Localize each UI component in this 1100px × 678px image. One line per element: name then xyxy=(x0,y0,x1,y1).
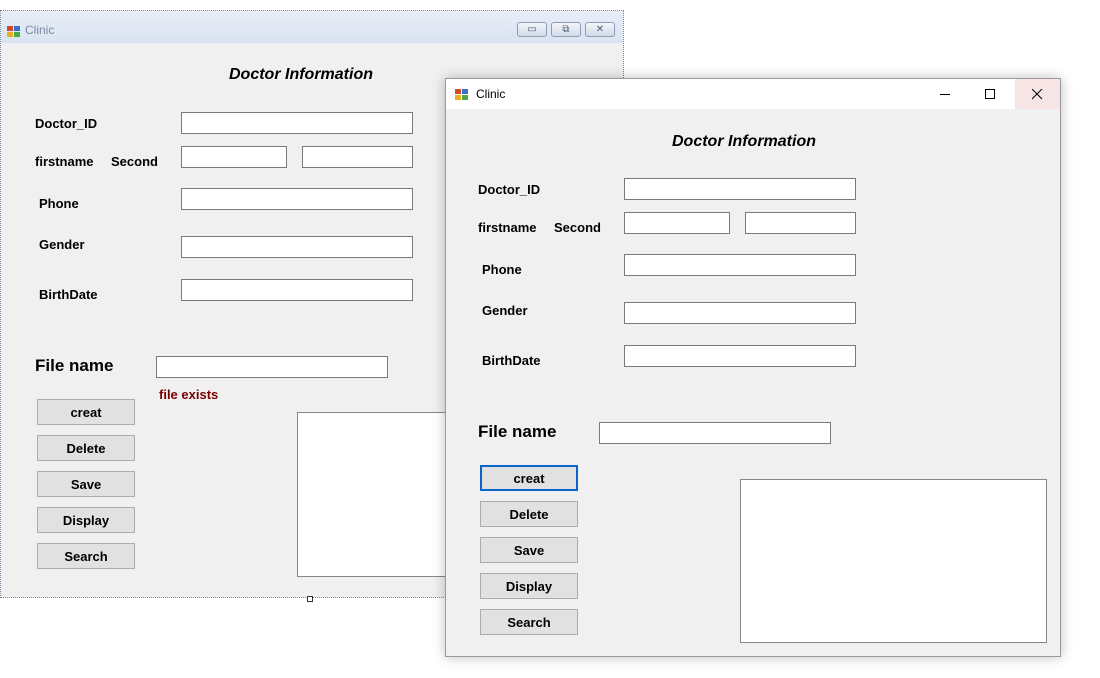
display-button[interactable]: Display xyxy=(37,507,135,533)
birthdate-label: BirthDate xyxy=(39,287,98,302)
delete-button[interactable]: Delete xyxy=(37,435,135,461)
save-button[interactable]: Save xyxy=(480,537,578,563)
second-name-field[interactable] xyxy=(302,146,413,168)
gender-label: Gender xyxy=(482,303,528,318)
output-listbox[interactable] xyxy=(740,479,1047,643)
display-button[interactable]: Display xyxy=(480,573,578,599)
gender-field[interactable] xyxy=(181,236,413,258)
doctor-id-field[interactable] xyxy=(181,112,413,134)
doctor-id-label: Doctor_ID xyxy=(478,182,541,197)
runtime-form-window: Clinic Doctor Information Doctor_ID firs… xyxy=(445,78,1061,657)
resize-handle[interactable] xyxy=(307,596,313,602)
minimize-icon: ▭ xyxy=(517,22,547,37)
designer-window-title: Clinic xyxy=(25,23,55,37)
firstname-field[interactable] xyxy=(624,212,730,234)
window-title: Clinic xyxy=(476,87,506,101)
search-button[interactable]: Search xyxy=(37,543,135,569)
doctor-id-field[interactable] xyxy=(624,178,856,200)
second-name-field[interactable] xyxy=(745,212,856,234)
form-app-icon xyxy=(455,87,468,105)
maximize-icon: ⧉ xyxy=(551,22,581,37)
close-icon[interactable] xyxy=(1015,79,1060,109)
phone-label: Phone xyxy=(482,262,522,277)
file-exists-error: file exists xyxy=(159,387,219,402)
file-name-field[interactable] xyxy=(599,422,831,444)
designer-titlebar: Clinic ▭ ⧉ ✕ xyxy=(1,11,623,43)
gender-label: Gender xyxy=(39,237,85,252)
form-title: Doctor Information xyxy=(672,133,816,150)
gender-field[interactable] xyxy=(624,302,856,324)
creat-button[interactable]: creat xyxy=(37,399,135,425)
form-app-icon xyxy=(7,24,20,42)
output-listbox[interactable] xyxy=(297,412,457,577)
file-name-label: File name xyxy=(478,422,557,441)
minimize-icon[interactable] xyxy=(923,79,968,109)
form-title: Doctor Information xyxy=(229,66,373,83)
close-icon: ✕ xyxy=(585,22,615,37)
search-button[interactable]: Search xyxy=(480,609,578,635)
second-label: Second xyxy=(111,154,158,169)
doctor-id-label: Doctor_ID xyxy=(35,116,98,131)
firstname-label: firstname xyxy=(478,220,537,235)
file-name-field[interactable] xyxy=(156,356,388,378)
save-button[interactable]: Save xyxy=(37,471,135,497)
phone-label: Phone xyxy=(39,196,79,211)
creat-button[interactable]: creat xyxy=(480,465,578,491)
window-titlebar[interactable]: Clinic xyxy=(446,79,1060,109)
phone-field[interactable] xyxy=(624,254,856,276)
firstname-label: firstname xyxy=(35,154,94,169)
birthdate-field[interactable] xyxy=(624,345,856,367)
maximize-icon[interactable] xyxy=(968,79,1013,109)
birthdate-field[interactable] xyxy=(181,279,413,301)
firstname-field[interactable] xyxy=(181,146,287,168)
phone-field[interactable] xyxy=(181,188,413,210)
file-name-label: File name xyxy=(35,356,114,375)
delete-button[interactable]: Delete xyxy=(480,501,578,527)
birthdate-label: BirthDate xyxy=(482,353,541,368)
second-label: Second xyxy=(554,220,601,235)
